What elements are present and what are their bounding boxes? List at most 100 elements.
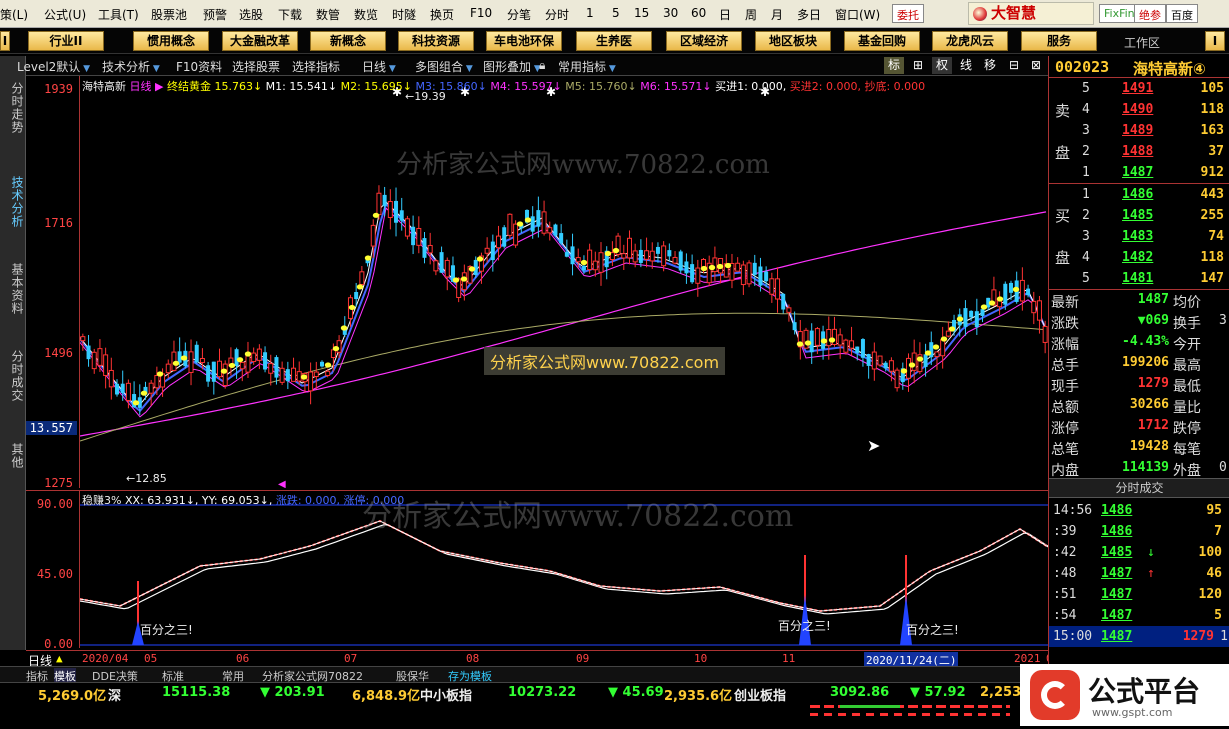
indicator-chart[interactable]: 稳赚3% XX: 63.931↓, YY: 69.053↓, 涨跌: 0.000… bbox=[80, 490, 1048, 648]
sell-row-5[interactable]: 5 1491 105 bbox=[1049, 78, 1229, 99]
tab-fundamentals[interactable]: 基本资料 bbox=[3, 263, 24, 315]
concept-finance-reform[interactable]: 大金融改革 bbox=[222, 31, 298, 51]
trade-extra: 1 bbox=[1220, 629, 1228, 644]
mark-tool-button[interactable]: 标 bbox=[884, 57, 904, 74]
menu-strategy[interactable]: 策(L) bbox=[0, 6, 28, 23]
menu-tools[interactable]: 工具(T) bbox=[98, 6, 139, 23]
menu-f10[interactable]: F10 bbox=[470, 6, 492, 20]
menu-30min[interactable]: 30 bbox=[663, 6, 678, 20]
menu-stock-pool[interactable]: 股票池 bbox=[151, 6, 187, 23]
concept-industry[interactable]: 行业II bbox=[28, 31, 104, 51]
entrust-button[interactable]: 委托 bbox=[892, 4, 924, 23]
buy-row-4[interactable]: 4 1482 118 bbox=[1049, 247, 1229, 268]
stock-code[interactable]: 002023 bbox=[1055, 58, 1109, 76]
menu-weekly[interactable]: 周 bbox=[745, 6, 757, 23]
menu-multi-day[interactable]: 多日 bbox=[797, 6, 821, 23]
menu-data-manage[interactable]: 数管 bbox=[316, 6, 340, 23]
concept-health[interactable]: 生养医 bbox=[576, 31, 652, 51]
menu-screener[interactable]: 选股 bbox=[239, 6, 263, 23]
period-select[interactable]: 日线 ▼ bbox=[362, 58, 396, 75]
jueshao-button[interactable]: 绝参 bbox=[1134, 4, 1166, 23]
buy-row-2[interactable]: 2 1485 255 bbox=[1049, 205, 1229, 226]
select-stock-button[interactable]: 选择股票 bbox=[232, 58, 280, 75]
work-area-label[interactable]: 工作区 bbox=[1124, 34, 1160, 51]
concept-region-sector[interactable]: 地区板块 bbox=[755, 31, 831, 51]
signal-dot bbox=[820, 338, 828, 344]
buy-row-5[interactable]: 5 1481 147 bbox=[1049, 268, 1229, 289]
ma-legend-item-5: M5: 15.760↓ bbox=[561, 80, 637, 93]
multi-chart-select[interactable]: 多图组合 ▼ bbox=[415, 58, 473, 75]
menu-download[interactable]: 下载 bbox=[278, 6, 302, 23]
technical-analysis-select[interactable]: 技术分析 ▼ bbox=[102, 58, 160, 75]
menu-time-tunnel[interactable]: 时隧 bbox=[392, 6, 416, 23]
zoom-out-icon[interactable]: ⊟ bbox=[1004, 57, 1024, 74]
tab-technical[interactable]: 技术分析 bbox=[3, 176, 24, 228]
trade-row[interactable]: 14:56 1486 95 bbox=[1049, 500, 1229, 521]
trade-row[interactable]: :54 1487 5 bbox=[1049, 605, 1229, 626]
signal-dot bbox=[980, 304, 988, 310]
stat-key: 内盘 bbox=[1051, 463, 1079, 479]
concept-right-stub[interactable]: I bbox=[1205, 31, 1225, 51]
candle-body bbox=[775, 278, 781, 300]
menu-alert[interactable]: 预警 bbox=[203, 6, 227, 23]
sell-row-2[interactable]: 2 1488 37 bbox=[1049, 141, 1229, 162]
trade-volume: 46 bbox=[1206, 566, 1222, 581]
trade-row[interactable]: :51 1487 120 bbox=[1049, 584, 1229, 605]
tab-other[interactable]: 其他 bbox=[3, 443, 24, 469]
buy-row-1[interactable]: 1 1486 443 bbox=[1049, 184, 1229, 205]
overlay-select[interactable]: 图形叠加 ▼ bbox=[483, 58, 541, 75]
sell-row-1[interactable]: 1 1487 912 bbox=[1049, 162, 1229, 183]
concept-left-stub[interactable]: I bbox=[0, 31, 10, 51]
concept-dragon-tiger[interactable]: 龙虎风云 bbox=[932, 31, 1008, 51]
concept-regional[interactable]: 区域经济 bbox=[666, 31, 742, 51]
lock-icon[interactable]: 🔒︎ bbox=[539, 58, 545, 73]
concept-fund-buyback[interactable]: 基金回购 bbox=[844, 31, 920, 51]
candle-body bbox=[291, 367, 297, 382]
zoom-in-icon[interactable]: ⊠ bbox=[1026, 57, 1046, 74]
concept-service[interactable]: 服务 bbox=[1021, 31, 1097, 51]
signal-dot bbox=[460, 276, 468, 282]
trade-row[interactable]: 15:00 1487 1279 1 bbox=[1049, 626, 1229, 647]
stat-value-2: 0 bbox=[1219, 460, 1227, 475]
concept-new[interactable]: 新概念 bbox=[310, 31, 386, 51]
concept-battery-eco[interactable]: 车电池环保 bbox=[486, 31, 562, 51]
tab-trades[interactable]: 分时成交 bbox=[3, 350, 24, 402]
sell-row-3[interactable]: 3 1489 163 bbox=[1049, 120, 1229, 141]
level2-default-select[interactable]: Level2默认 ▼ bbox=[17, 58, 90, 75]
menu-5min[interactable]: 5 bbox=[612, 6, 620, 20]
menu-page-switch[interactable]: 换页 bbox=[430, 6, 454, 23]
sell-row-4[interactable]: 4 1490 118 bbox=[1049, 99, 1229, 120]
indicator-title: 稳赚3% bbox=[82, 494, 122, 507]
candle-body bbox=[866, 354, 871, 366]
baidu-button[interactable]: 百度 bbox=[1166, 4, 1198, 23]
rights-tool-button[interactable]: 权 bbox=[932, 57, 952, 74]
menu-intraday[interactable]: 分时 bbox=[545, 6, 569, 23]
menu-15min[interactable]: 15 bbox=[634, 6, 649, 20]
stock-name-title[interactable]: 海特高新④ bbox=[1133, 58, 1206, 79]
move-tool-button[interactable]: 移 bbox=[980, 57, 1000, 74]
trade-row[interactable]: :42 1485 ↓ 100 bbox=[1049, 542, 1229, 563]
menu-formula[interactable]: 公式(U) bbox=[44, 6, 86, 23]
trade-row[interactable]: :39 1486 7 bbox=[1049, 521, 1229, 542]
left-vertical-tabs: 分时走势 技术分析 基本资料 分时成交 其他 bbox=[0, 56, 26, 650]
menu-data-browse[interactable]: 数览 bbox=[354, 6, 378, 23]
menu-60min[interactable]: 60 bbox=[691, 6, 706, 20]
concept-tech-resource[interactable]: 科技资源 bbox=[398, 31, 474, 51]
select-indicator-button[interactable]: 选择指标 bbox=[292, 58, 340, 75]
f10-button[interactable]: F10资料 bbox=[176, 58, 222, 75]
main-chart[interactable]: ✱ ✱ ✱ ✱ ◀ 海特高新 日线 ▶ 终结黄金 15.763↓ M1: 15.541↓… bbox=[80, 76, 1048, 488]
trade-row[interactable]: :48 1487 ↑ 46 bbox=[1049, 563, 1229, 584]
grid-tool-icon[interactable]: ⊞ bbox=[908, 57, 928, 74]
quote-stat-row: 内盘 114139 外盘 0 bbox=[1049, 458, 1229, 479]
menu-1min[interactable]: 1 bbox=[586, 6, 594, 20]
line-tool-button[interactable]: 线 bbox=[956, 57, 976, 74]
buy-row-3[interactable]: 3 1483 74 bbox=[1049, 226, 1229, 247]
menu-tick[interactable]: 分笔 bbox=[507, 6, 531, 23]
common-indicator-select[interactable]: 常用指标 ▼ bbox=[558, 58, 616, 75]
concept-habitual[interactable]: 惯用概念 bbox=[133, 31, 209, 51]
menu-daily[interactable]: 日 bbox=[719, 6, 731, 23]
trades-header[interactable]: 分时成交 bbox=[1049, 478, 1229, 498]
menu-window[interactable]: 窗口(W) bbox=[835, 6, 880, 23]
menu-monthly[interactable]: 月 bbox=[771, 6, 783, 23]
tab-intraday[interactable]: 分时走势 bbox=[3, 82, 24, 134]
